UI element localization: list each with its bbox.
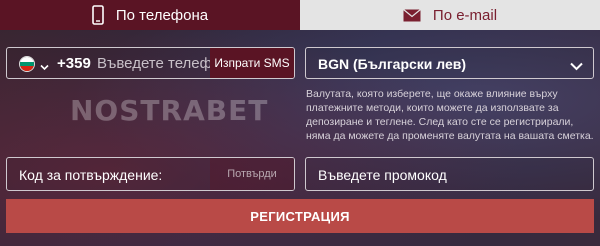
tab-email-label: По e-mail xyxy=(432,6,498,24)
promo-input[interactable] xyxy=(318,165,578,185)
confirm-button[interactable]: Потвърди xyxy=(210,158,294,190)
confirmation-code-label: Код за потвърждение: xyxy=(19,167,163,183)
country-code: +359 xyxy=(57,55,91,72)
promo-field xyxy=(305,157,594,191)
tab-phone-label: По телефона xyxy=(115,6,209,24)
tab-phone[interactable]: По телефона xyxy=(0,0,300,30)
envelope-icon xyxy=(403,8,421,22)
watermark-logo: NOSTRABET xyxy=(70,94,269,127)
bulgaria-flag-icon[interactable] xyxy=(19,56,35,72)
phone-field: +359 Изпрати SMS xyxy=(6,47,295,79)
currency-select[interactable]: BGN (Български лев) xyxy=(305,47,594,79)
chevron-down-icon[interactable] xyxy=(40,58,49,76)
send-sms-button[interactable]: Изпрати SMS xyxy=(210,48,294,78)
currency-note: Валутата, която изберете, ще окаже влиян… xyxy=(306,88,594,142)
confirmation-code-field[interactable]: Код за потвърждение: Потвърди xyxy=(6,157,295,191)
phone-icon xyxy=(92,5,104,25)
registration-tabs: По телефона По e-mail xyxy=(0,0,600,30)
phone-input[interactable] xyxy=(97,53,215,73)
register-button[interactable]: РЕГИСТРАЦИЯ xyxy=(6,199,594,233)
tab-email[interactable]: По e-mail xyxy=(300,0,600,30)
chevron-down-icon xyxy=(570,58,583,76)
currency-selected-value: BGN (Български лев) xyxy=(318,56,467,72)
